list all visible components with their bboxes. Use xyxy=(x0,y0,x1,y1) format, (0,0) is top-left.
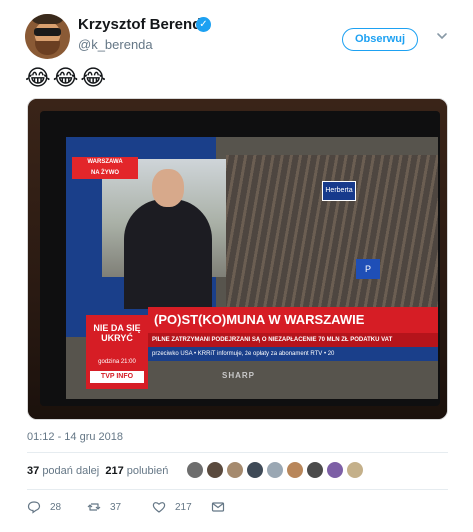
liker-avatar[interactable] xyxy=(226,461,244,479)
like-icon xyxy=(152,502,166,513)
tv-screen: WARSZAWA NA ŻYWO Herberta P NIE DA SIĘ U… xyxy=(66,137,438,399)
tv-reporter-body xyxy=(124,199,212,309)
likes-count[interactable]: 217 xyxy=(105,465,123,477)
retweets-label[interactable]: podań dalej xyxy=(42,465,99,477)
verified-icon: ✓ xyxy=(196,17,211,32)
tv-parking-sign: P xyxy=(356,259,380,279)
like-button[interactable]: 217 xyxy=(152,498,192,516)
retweet-icon xyxy=(87,503,101,511)
message-icon xyxy=(211,502,225,512)
message-button[interactable] xyxy=(211,498,225,516)
author-handle[interactable]: @k_berenda xyxy=(78,37,153,52)
tv-monitor: WARSZAWA NA ŻYWO Herberta P NIE DA SIĘ U… xyxy=(40,111,440,406)
avatar-sunglasses xyxy=(34,28,61,36)
liker-avatar[interactable] xyxy=(206,461,224,479)
tv-bottom-ticker: przeciwko USA • KRRiT informuje, że opła… xyxy=(148,347,438,361)
follow-button[interactable]: Obserwuj xyxy=(342,28,418,51)
tv-live-badge: WARSZAWA NA ŻYWO xyxy=(72,157,138,179)
engagement-stats: 37 podań dalej 217 polubień xyxy=(27,465,168,477)
liker-avatar[interactable] xyxy=(326,461,344,479)
liker-avatar[interactable] xyxy=(286,461,304,479)
like-count: 217 xyxy=(175,501,192,513)
tv-brand-logo: SHARP xyxy=(222,371,256,380)
tv-live-badge-line1: WARSZAWA xyxy=(87,159,123,165)
retweet-count: 37 xyxy=(110,501,122,513)
liker-avatar[interactable] xyxy=(246,461,264,479)
author-avatar[interactable] xyxy=(25,14,70,59)
likes-label[interactable]: polubień xyxy=(127,465,169,477)
tweet-timestamp[interactable]: 01:12 - 14 gru 2018 xyxy=(27,431,123,443)
liker-avatar[interactable] xyxy=(186,461,204,479)
reply-button[interactable]: 28 xyxy=(27,498,61,516)
liker-avatar[interactable] xyxy=(266,461,284,479)
divider-bottom xyxy=(27,489,448,490)
tv-reporter-face xyxy=(152,169,184,207)
reply-icon xyxy=(27,501,41,514)
tweet-photo[interactable]: WARSZAWA NA ŻYWO Herberta P NIE DA SIĘ U… xyxy=(27,98,448,420)
avatar-hair xyxy=(30,14,65,24)
divider-top xyxy=(27,452,448,453)
avatar-beard xyxy=(35,41,60,55)
liker-avatar[interactable] xyxy=(346,461,364,479)
tweet-text: 😂😂😂 xyxy=(25,65,109,90)
author-name[interactable]: Krzysztof Berenda xyxy=(78,16,210,33)
tv-street-sign: Herberta xyxy=(322,181,356,201)
tv-headline: (PO)ST(KO)MUNA W WARSZAWIE xyxy=(148,307,438,333)
tv-side-box-title: NIE DA SIĘ UKRYĆ xyxy=(93,323,141,343)
reply-count: 28 xyxy=(50,501,62,513)
tv-live-badge-line2: NA ŻYWO xyxy=(90,170,120,176)
tv-side-box-brand: TVP INFO xyxy=(90,371,144,383)
tv-pilne-bar: PILNE ZATRZYMANI PODEJRZANI SĄ O NIEZAPŁ… xyxy=(148,333,438,347)
liker-avatars xyxy=(186,461,364,481)
retweet-button[interactable]: 37 xyxy=(87,498,121,516)
tv-side-box-time: godzina 21:00 xyxy=(98,359,136,365)
chevron-down-icon[interactable] xyxy=(436,30,448,42)
liker-avatar[interactable] xyxy=(306,461,324,479)
tv-side-box: NIE DA SIĘ UKRYĆ godzina 21:00 TVP INFO xyxy=(86,315,148,389)
retweets-count[interactable]: 37 xyxy=(27,465,39,477)
